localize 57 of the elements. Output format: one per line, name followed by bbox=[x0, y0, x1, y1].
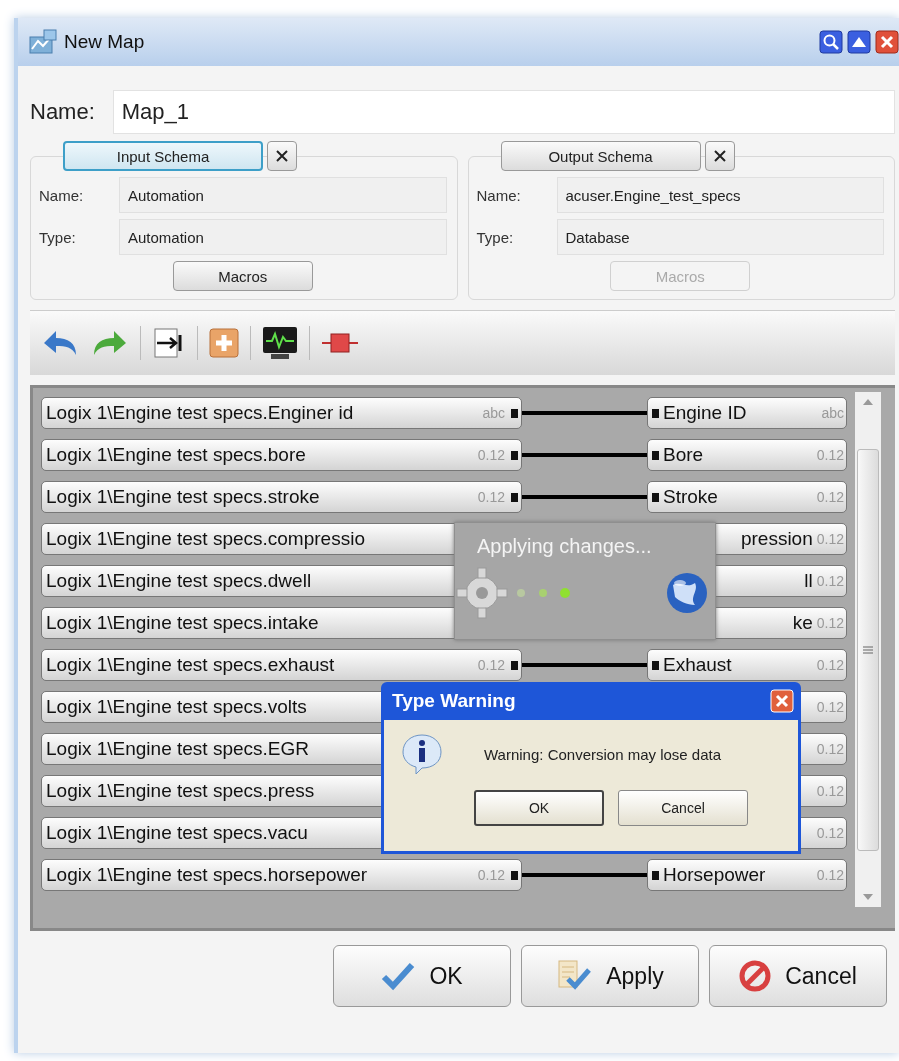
checkmark-icon bbox=[381, 961, 416, 991]
field-value: acuser.Engine_test_specs bbox=[556, 177, 884, 213]
globe-icon bbox=[665, 571, 709, 615]
scrollbar[interactable] bbox=[855, 392, 881, 907]
field-label: Type: bbox=[476, 228, 515, 246]
source-field[interactable]: Logix 1\Engine test specs.stroke 0.12 bbox=[41, 481, 522, 513]
monitor-icon[interactable] bbox=[261, 325, 299, 361]
field-label: Name: bbox=[476, 186, 522, 204]
source-field[interactable]: Logix 1\Engine test specs.horsepower 0.12 bbox=[41, 859, 522, 891]
window-title: New Map bbox=[64, 31, 145, 53]
target-field[interactable]: Horsepower 0.12 bbox=[647, 859, 847, 891]
port-icon[interactable] bbox=[652, 492, 659, 502]
clear-button[interactable] bbox=[704, 141, 735, 171]
port-icon[interactable] bbox=[511, 408, 518, 418]
name-field[interactable]: Map_1 bbox=[112, 90, 895, 134]
add-icon[interactable] bbox=[208, 327, 240, 359]
port-icon[interactable] bbox=[652, 450, 659, 460]
source-field[interactable]: Logix 1\Engine test specs.exhaust 0.12 bbox=[41, 649, 522, 681]
dialog-button[interactable]: OK bbox=[474, 790, 604, 826]
source-field[interactable]: Logix 1\Engine test specs.Enginer id abc bbox=[41, 397, 522, 429]
port-icon[interactable] bbox=[652, 870, 659, 880]
field-value: Database bbox=[556, 219, 884, 255]
info-icon bbox=[400, 732, 444, 776]
grip-icon bbox=[863, 644, 873, 655]
close-icon bbox=[275, 149, 289, 163]
field-value: Automation bbox=[119, 219, 447, 255]
maximize-icon[interactable] bbox=[847, 30, 871, 54]
clear-button[interactable] bbox=[267, 141, 297, 171]
name-label: Name: bbox=[30, 99, 95, 125]
schema-button[interactable]: Output Schema bbox=[500, 141, 701, 171]
port-icon[interactable] bbox=[511, 870, 518, 880]
field-label: Name: bbox=[39, 186, 85, 204]
port-icon[interactable] bbox=[511, 492, 518, 502]
map-icon bbox=[28, 29, 58, 55]
target-field[interactable]: Engine ID abc bbox=[647, 397, 847, 429]
target-field[interactable]: Exhaust 0.12 bbox=[647, 649, 847, 681]
port-icon[interactable] bbox=[652, 408, 659, 418]
macros-button[interactable]: Macros bbox=[172, 261, 313, 291]
scroll-thumb[interactable] bbox=[857, 448, 879, 851]
target-field[interactable]: Bore 0.12 bbox=[647, 439, 847, 471]
footer-button[interactable]: OK bbox=[333, 945, 511, 1007]
search-icon[interactable] bbox=[819, 30, 843, 54]
port-icon[interactable] bbox=[511, 660, 518, 670]
close-icon[interactable] bbox=[875, 30, 899, 54]
port-icon[interactable] bbox=[652, 660, 659, 670]
schema-button[interactable]: Input Schema bbox=[63, 141, 263, 171]
dialog-button[interactable]: Cancel bbox=[618, 790, 748, 826]
target-field[interactable]: Stroke 0.12 bbox=[647, 481, 847, 513]
source-field[interactable]: Logix 1\Engine test specs.bore 0.12 bbox=[41, 439, 522, 471]
close-icon bbox=[712, 149, 727, 163]
field-label: Type: bbox=[39, 228, 77, 246]
no-entry-icon bbox=[739, 960, 772, 992]
port-icon[interactable] bbox=[511, 450, 518, 460]
dialog-title: Type Warning bbox=[392, 690, 516, 712]
footer-button[interactable]: Apply bbox=[521, 945, 699, 1007]
footer-button[interactable]: Cancel bbox=[709, 945, 887, 1007]
field-value: Automation bbox=[119, 177, 447, 213]
